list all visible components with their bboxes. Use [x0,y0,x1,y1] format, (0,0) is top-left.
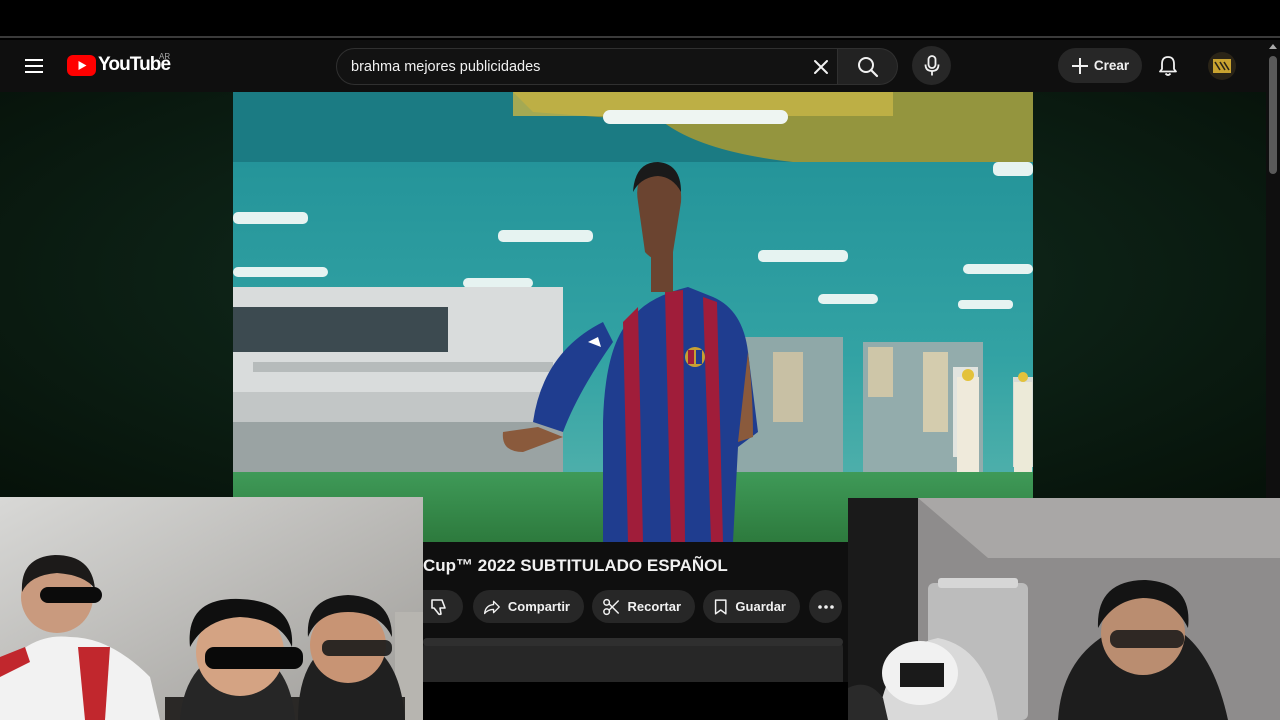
clip-label: Recortar [627,599,681,614]
share-arrow-icon [483,600,500,614]
plus-icon [1071,57,1088,74]
scroll-thumb[interactable] [1269,56,1277,174]
youtube-logo[interactable]: YouTube [67,54,171,76]
bell-icon [1159,56,1177,76]
save-button[interactable]: Guardar [703,590,800,623]
description-box-top-edge [423,638,843,646]
save-label: Guardar [735,599,786,614]
screen-top-bar [0,0,1280,38]
webcam-overlay-right [848,498,1280,720]
channel-avatar-icon [1213,59,1231,73]
youtube-play-logo-icon [67,54,96,76]
video-frame [233,92,1033,542]
dislike-button[interactable] [423,590,463,623]
scissors-icon [603,598,620,615]
more-horizontal-icon [817,604,834,609]
search-icon [857,56,878,77]
search-button[interactable] [838,48,898,85]
voice-search-button[interactable] [912,46,951,85]
clip-button[interactable]: Recortar [592,590,695,623]
clear-search-button[interactable] [809,55,833,79]
create-label: Crear [1093,58,1130,73]
guide-menu-button[interactable] [16,48,52,84]
video-actions: Compartir Recortar Guardar [423,590,848,624]
webcam-left-image [0,497,423,720]
watch-metadata: Cup™ 2022 SUBTITULADO ESPAÑOL Compartir … [423,542,848,682]
create-button[interactable]: Crear [1058,48,1142,83]
video-player[interactable] [233,92,1033,542]
region-code: AR [159,52,171,61]
thumbs-down-icon [431,598,446,615]
search-box [336,48,838,85]
share-button[interactable]: Compartir [473,590,584,623]
video-title: Cup™ 2022 SUBTITULADO ESPAÑOL [423,556,728,575]
scroll-up-arrow-icon[interactable] [1269,44,1277,49]
close-icon [814,60,828,74]
webcam-right-image [848,498,1280,720]
bookmark-icon [714,598,727,615]
webcam-overlay-left [0,497,423,720]
search-input[interactable] [351,49,791,84]
account-avatar[interactable] [1208,52,1236,80]
microphone-icon [924,54,939,75]
share-label: Compartir [507,599,570,614]
notifications-button[interactable] [1150,48,1186,84]
youtube-masthead: YouTube AR Crear [0,40,1266,92]
hamburger-menu-icon [25,59,43,73]
more-actions-button[interactable] [809,590,842,623]
